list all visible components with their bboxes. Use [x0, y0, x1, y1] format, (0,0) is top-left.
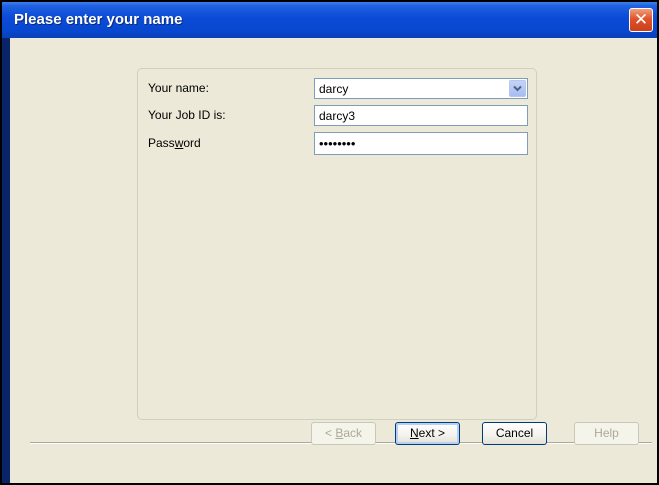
back-button[interactable]: < Back	[311, 422, 376, 445]
your-name-combobox[interactable]: darcy	[314, 78, 528, 99]
window-title: Please enter your name	[14, 11, 183, 28]
title-bar[interactable]: Please enter your name ✕	[2, 2, 657, 38]
next-accel: N	[409, 426, 419, 440]
your-name-value: darcy	[319, 82, 349, 96]
help-button[interactable]: Help	[574, 422, 639, 445]
job-id-label: Your Job ID is:	[148, 108, 226, 122]
job-id-field[interactable]: darcy3	[314, 105, 528, 126]
next-button[interactable]: Next >	[395, 422, 460, 445]
back-prefix: <	[324, 426, 336, 440]
password-label: Password	[148, 136, 201, 150]
password-field[interactable]: ••••••••	[314, 132, 528, 155]
password-label-end: ord	[183, 136, 201, 150]
dialog-window: Please enter your name ✕ Your name: darc…	[0, 0, 659, 485]
password-label-start: Pass	[148, 136, 175, 150]
your-name-label: Your name:	[148, 81, 209, 95]
dialog-body: Your name: darcy Your Job ID is: darcy3 …	[10, 38, 657, 483]
cancel-button[interactable]: Cancel	[482, 422, 547, 445]
password-value: ••••••••	[319, 136, 356, 151]
job-id-value: darcy3	[319, 109, 356, 123]
next-rest: ext >	[418, 426, 446, 440]
chevron-down-icon[interactable]	[509, 80, 526, 97]
close-icon[interactable]: ✕	[629, 8, 653, 32]
back-rest: ack	[343, 426, 363, 440]
